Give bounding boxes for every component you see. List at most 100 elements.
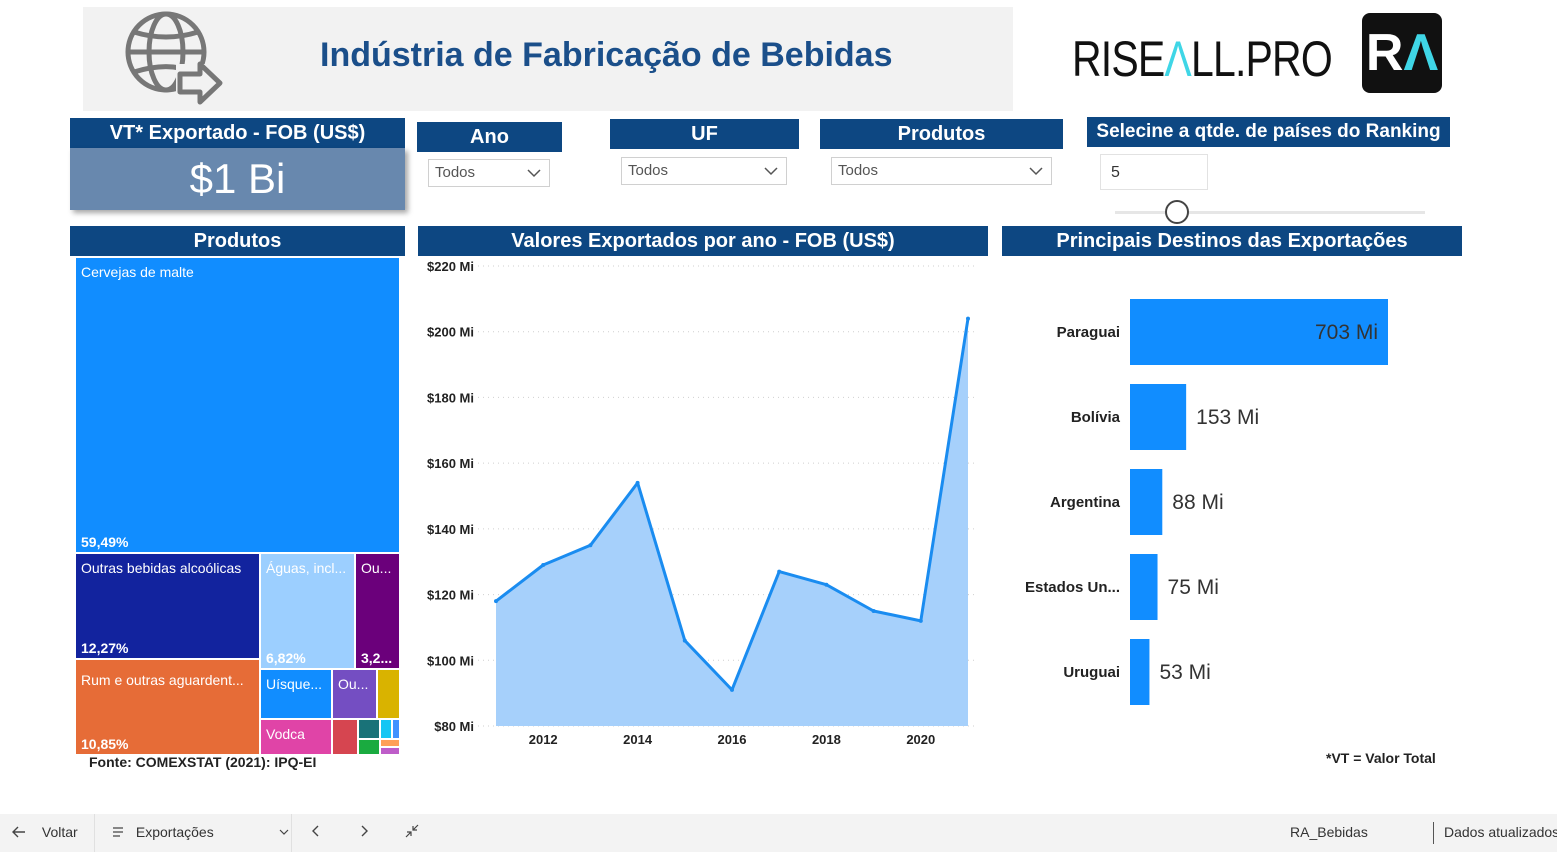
kpi-value: $1 Bi bbox=[70, 148, 405, 210]
data-point[interactable] bbox=[730, 687, 734, 692]
data-point[interactable] bbox=[494, 599, 498, 604]
ranking-count-input[interactable]: 5 bbox=[1100, 154, 1208, 190]
data-label: 703 Mi bbox=[1315, 321, 1378, 344]
data-label: 75 Mi bbox=[1168, 576, 1219, 599]
riseall-logo: RISEΛLL.PRO bbox=[1072, 31, 1333, 87]
globe-export-icon bbox=[125, 11, 223, 105]
data-point[interactable] bbox=[871, 609, 876, 613]
slicer-ano-title: Ano bbox=[417, 122, 562, 152]
uf-dropdown-value: Todos bbox=[628, 162, 669, 179]
previous-page-button[interactable] bbox=[310, 824, 322, 841]
ano-dropdown[interactable]: Todos bbox=[428, 159, 550, 187]
data-point[interactable] bbox=[682, 638, 687, 643]
tile-percent: 12,27% bbox=[81, 640, 129, 656]
x-tick-label: 2020 bbox=[906, 732, 935, 747]
treemap-tile-vodca[interactable]: Vodca bbox=[261, 720, 331, 754]
treemap-tile-minor[interactable] bbox=[393, 720, 399, 738]
uf-dropdown[interactable]: Todos bbox=[621, 157, 787, 185]
category-label: Bolívia bbox=[1071, 409, 1121, 426]
slicer-produtos-title: Produtos bbox=[820, 119, 1063, 149]
x-tick-label: 2016 bbox=[718, 732, 747, 747]
ranking-slider-handle[interactable] bbox=[1165, 200, 1189, 224]
x-tick-label: 2018 bbox=[812, 732, 841, 747]
next-page-button[interactable] bbox=[358, 824, 370, 841]
data-point[interactable] bbox=[966, 316, 970, 321]
slicer-uf-title: UF bbox=[610, 119, 799, 149]
tile-label: Rum e outras aguardent... bbox=[81, 672, 244, 688]
category-label: Argentina bbox=[1050, 494, 1121, 511]
tile-label: Uísque... bbox=[266, 676, 323, 692]
chevron-down-icon bbox=[764, 167, 778, 176]
line-chart-title: Valores Exportados por ano - FOB (US$) bbox=[418, 226, 988, 256]
y-tick-label: $220 Mi bbox=[427, 259, 474, 274]
tile-label: Cervejas de malte bbox=[81, 264, 194, 280]
ranking-slider-track[interactable] bbox=[1115, 211, 1425, 214]
data-updated-status: Dados atualizados bbox=[1444, 824, 1557, 840]
slicer-ranking-title: Selecine a qtde. de países do Ranking bbox=[1087, 117, 1450, 147]
data-label: 153 Mi bbox=[1196, 406, 1259, 429]
data-point[interactable] bbox=[918, 618, 923, 623]
treemap-tile-outras-alcoolicas[interactable]: Outras bebidas alcoólicas 12,27% bbox=[76, 554, 259, 658]
data-point[interactable] bbox=[588, 543, 593, 548]
treemap-tile-minor[interactable] bbox=[359, 720, 379, 738]
page-selector[interactable]: Exportações bbox=[112, 824, 290, 840]
treemap-tile-outros-1[interactable]: Ou... 3,2... bbox=[356, 554, 399, 668]
treemap-tile-outros-2[interactable]: Ou... bbox=[333, 670, 376, 718]
exports-by-year-chart: $220 Mi $200 Mi $180 Mi $160 Mi $140 Mi $120 … bbox=[427, 259, 978, 747]
y-tick-label: $80 Mi bbox=[434, 719, 474, 734]
data-point[interactable] bbox=[635, 480, 640, 485]
treemap-tile-minor[interactable] bbox=[381, 720, 391, 738]
tile-label: Ou... bbox=[338, 676, 369, 692]
category-label: Estados Un... bbox=[1025, 579, 1120, 596]
page-title: Indústria de Fabricação de Bebidas bbox=[320, 36, 893, 74]
treemap-tile-cervejas[interactable]: Cervejas de malte 59,49% bbox=[76, 258, 399, 552]
bar[interactable] bbox=[1130, 469, 1163, 535]
tile-label: Vodca bbox=[266, 726, 305, 742]
y-tick-label: $120 Mi bbox=[427, 588, 474, 603]
collapse-icon bbox=[405, 824, 419, 838]
back-button[interactable]: Voltar bbox=[12, 824, 78, 840]
y-tick-label: $100 Mi bbox=[427, 653, 474, 668]
products-treemap: Cervejas de malte 59,49% Outras bebidas … bbox=[70, 256, 405, 756]
treemap-title: Produtos bbox=[70, 226, 405, 256]
kpi-label: VT* Exportado - FOB (US$) bbox=[70, 118, 405, 148]
fullscreen-button[interactable] bbox=[405, 824, 419, 841]
tile-label: Águas, incl... bbox=[266, 560, 347, 576]
bar[interactable] bbox=[1130, 384, 1187, 450]
data-point[interactable] bbox=[824, 582, 829, 587]
data-point[interactable] bbox=[777, 569, 782, 574]
list-icon bbox=[113, 827, 123, 837]
treemap-tile-aguas[interactable]: Águas, incl... 6,82% bbox=[261, 554, 354, 668]
treemap-tile-minor[interactable] bbox=[381, 748, 399, 754]
data-label: 53 Mi bbox=[1159, 661, 1210, 684]
produtos-dropdown-value: Todos bbox=[838, 162, 879, 179]
bar[interactable] bbox=[1130, 554, 1158, 620]
tile-label: Ou... bbox=[361, 560, 392, 576]
ano-dropdown-value: Todos bbox=[435, 164, 476, 181]
ra-logo: RΛ bbox=[1362, 13, 1442, 93]
treemap-tile-minor[interactable] bbox=[381, 740, 399, 746]
chevron-down-icon bbox=[527, 169, 541, 178]
back-label: Voltar bbox=[41, 824, 78, 840]
category-label: Paraguai bbox=[1057, 324, 1120, 341]
vt-footnote: *VT = Valor Total bbox=[1326, 750, 1436, 766]
data-point[interactable] bbox=[541, 563, 546, 567]
produtos-dropdown[interactable]: Todos bbox=[831, 157, 1052, 185]
treemap-tile-rum[interactable]: Rum e outras aguardent... 10,85% bbox=[76, 660, 259, 754]
y-tick-label: $140 Mi bbox=[427, 522, 474, 537]
tile-percent: 6,82% bbox=[266, 650, 306, 666]
treemap-tile-uisque[interactable]: Uísque... bbox=[261, 670, 331, 718]
page-selector-label: Exportações bbox=[135, 824, 214, 840]
y-tick-label: $180 Mi bbox=[427, 390, 474, 405]
treemap-tile-minor[interactable] bbox=[333, 720, 357, 754]
category-label: Uruguai bbox=[1063, 664, 1120, 681]
tile-percent: 3,2... bbox=[361, 650, 393, 666]
treemap-tile-minor[interactable] bbox=[378, 670, 399, 718]
arrow-left-icon bbox=[12, 826, 25, 838]
chevron-left-icon bbox=[312, 825, 319, 837]
treemap-tile-minor[interactable] bbox=[359, 740, 379, 754]
report-navigation-bar: Voltar Exportações RA_Bebidas Dados atua… bbox=[0, 814, 1557, 852]
tile-label: Outras bebidas alcoólicas bbox=[81, 560, 242, 576]
chevron-down-icon bbox=[279, 829, 289, 835]
bar[interactable] bbox=[1130, 639, 1150, 705]
